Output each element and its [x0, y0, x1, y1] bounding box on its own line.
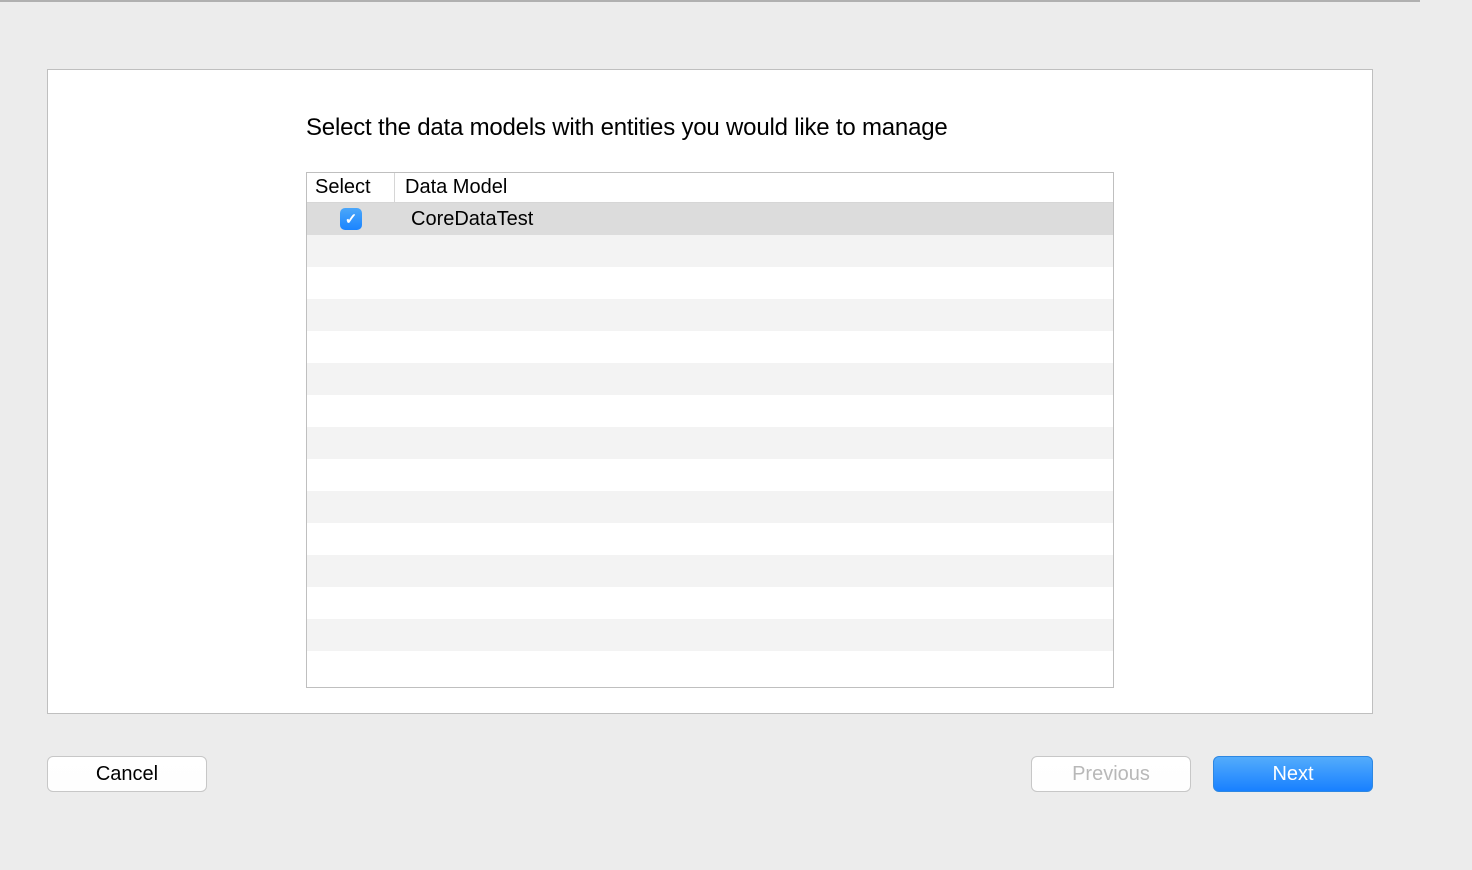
table-row-empty [307, 267, 1113, 299]
next-button[interactable]: Next [1213, 756, 1373, 792]
cancel-button[interactable]: Cancel [47, 756, 207, 792]
table-row-empty [307, 619, 1113, 651]
table-header: Select Data Model [307, 173, 1113, 203]
table-row-empty [307, 651, 1113, 683]
table-row-empty [307, 331, 1113, 363]
cell-data-model-name: CoreDataTest [395, 208, 1113, 231]
table-row-empty [307, 235, 1113, 267]
table-row-empty [307, 523, 1113, 555]
table-row-empty [307, 363, 1113, 395]
table-body: ✓ CoreDataTest [307, 203, 1113, 688]
column-header-data-model[interactable]: Data Model [395, 173, 1113, 202]
checkmark-icon: ✓ [345, 210, 358, 228]
panel-inner: Select the data models with entities you… [48, 70, 1372, 688]
table-row-empty [307, 427, 1113, 459]
data-model-table: Select Data Model ✓ CoreDataTest [306, 172, 1114, 688]
column-header-select[interactable]: Select [307, 173, 395, 202]
cell-select: ✓ [307, 208, 395, 230]
button-row: Cancel Previous Next [47, 756, 1373, 792]
previous-button: Previous [1031, 756, 1191, 792]
table-row-empty [307, 459, 1113, 491]
table-row-empty [307, 555, 1113, 587]
checkbox-data-model[interactable]: ✓ [340, 208, 362, 230]
table-row-empty [307, 395, 1113, 427]
instruction-text: Select the data models with entities you… [306, 114, 1114, 142]
table-row[interactable]: ✓ CoreDataTest [307, 203, 1113, 235]
dialog-window: Select the data models with entities you… [0, 0, 1420, 830]
table-row-empty [307, 491, 1113, 523]
table-row-empty [307, 587, 1113, 619]
table-row-empty [307, 299, 1113, 331]
content-panel: Select the data models with entities you… [47, 69, 1373, 714]
